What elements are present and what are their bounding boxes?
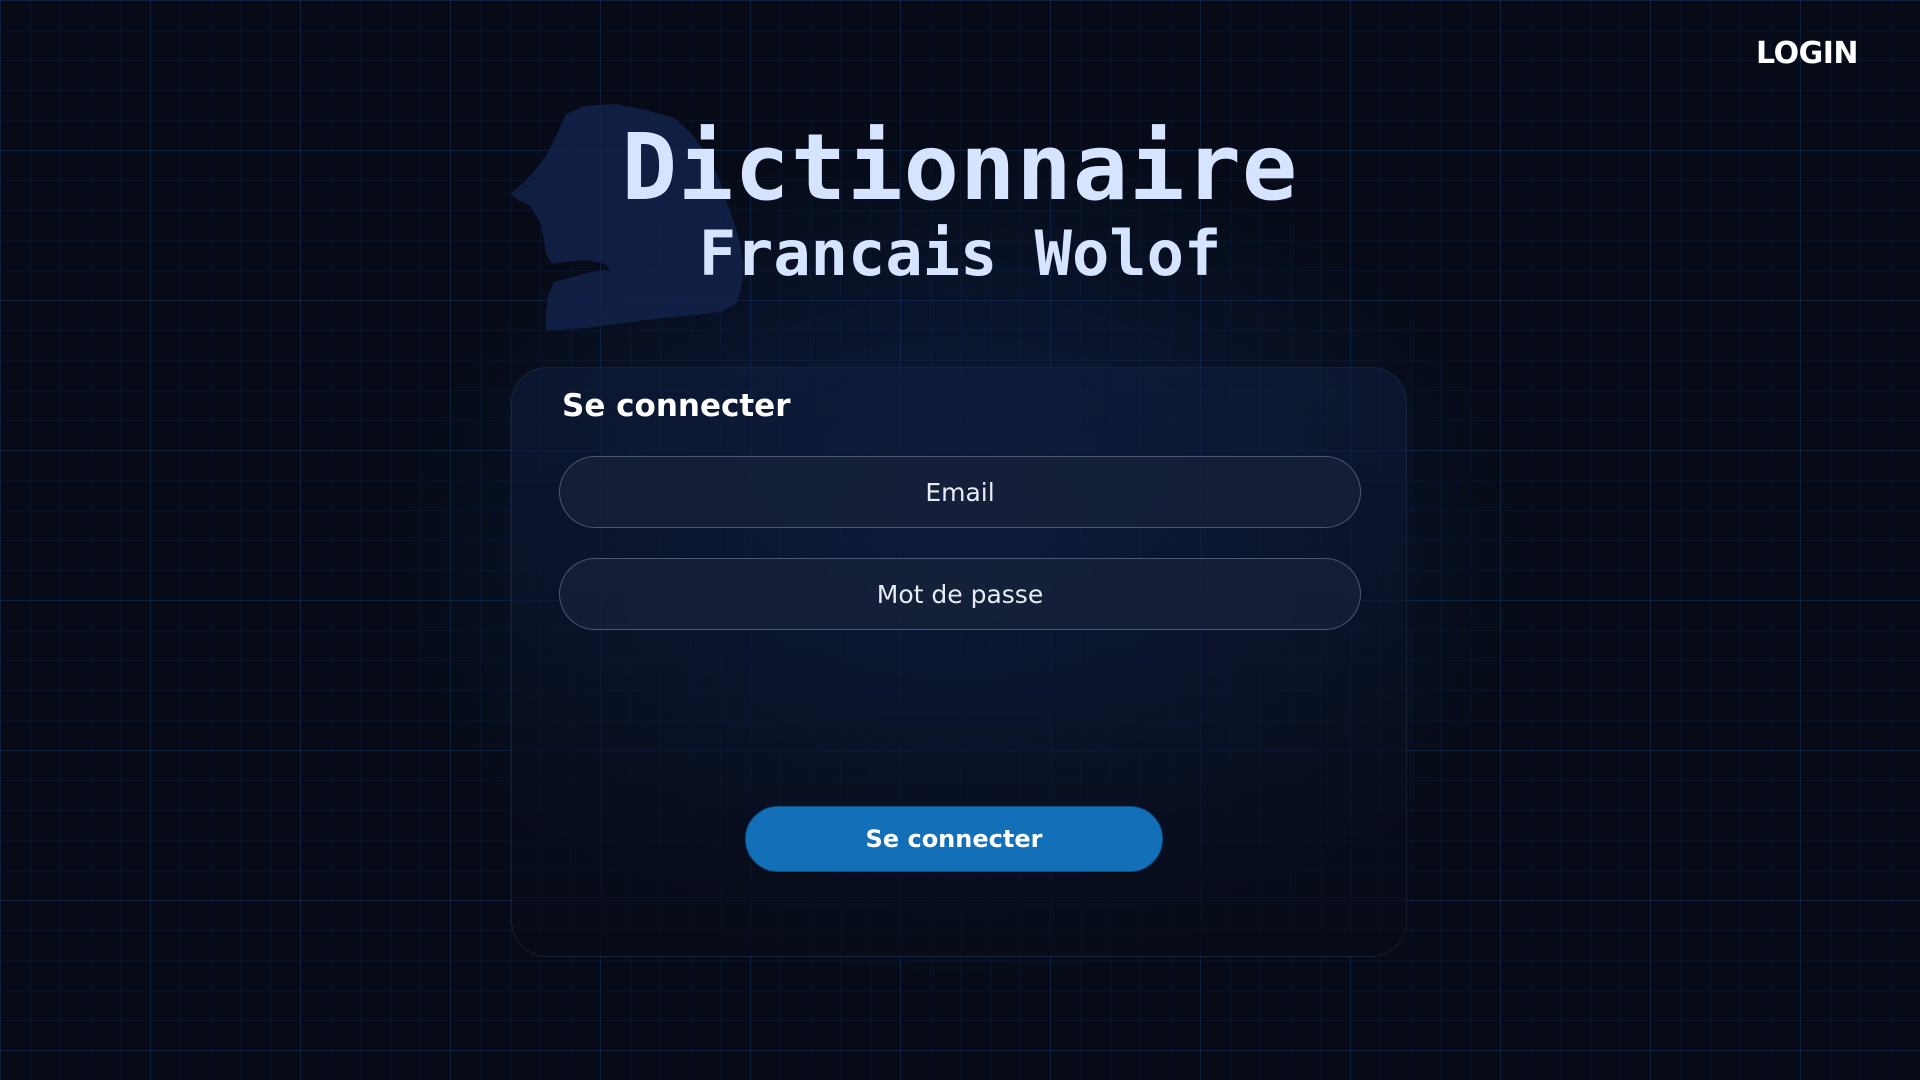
login-submit-button[interactable]: Se connecter [745, 806, 1163, 872]
password-field[interactable]: Mot de passe [559, 558, 1361, 630]
login-heading: Se connecter [562, 388, 791, 424]
page-subtitle: Francais Wolof [698, 217, 1222, 290]
email-field[interactable]: Email [559, 456, 1361, 528]
login-nav-link[interactable]: LOGIN [1756, 36, 1858, 71]
title-block: Dictionnaire Francais Wolof [0, 118, 1920, 290]
page-title: Dictionnaire [621, 114, 1299, 221]
login-card: Se connecter Email Mot de passe Se conne… [511, 367, 1407, 957]
